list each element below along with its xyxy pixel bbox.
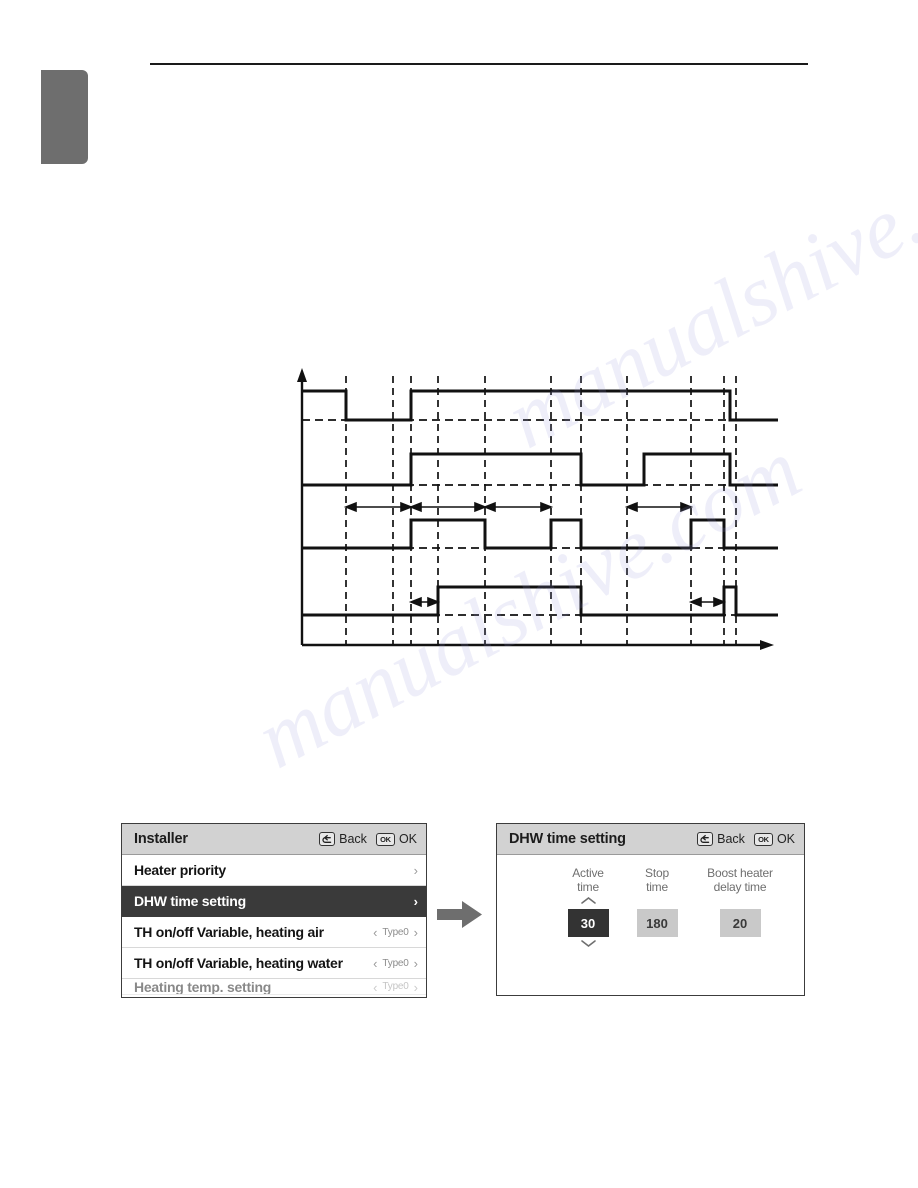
boost-heater-delay-time-value[interactable]: 20 xyxy=(719,909,761,937)
chevron-right-icon[interactable]: › xyxy=(414,926,418,939)
menu-value: Type0 xyxy=(382,926,409,938)
dhw-field-group: Active time 30 Stop time 180 Boost heate… xyxy=(497,855,804,950)
field-caption-line1: Stop xyxy=(645,866,669,880)
x-axis-arrowhead xyxy=(760,640,774,650)
ok-icon: OK xyxy=(753,832,773,846)
field-caption-line2: delay time xyxy=(713,880,767,894)
dhw-panel-header: DHW time setting Back OK OK xyxy=(497,824,804,855)
menu-row-th-onoff-heating-water[interactable]: TH on/off Variable, heating water ‹ Type… xyxy=(122,948,426,979)
menu-row-right: ‹ Type0 › xyxy=(373,957,418,970)
field-caption-line1: Boost heater xyxy=(707,866,773,880)
back-key-label: Back xyxy=(339,832,367,846)
dhw-panel-title: DHW time setting xyxy=(509,831,626,847)
stop-time-value[interactable]: 180 xyxy=(636,909,678,937)
menu-label: Heater priority xyxy=(134,862,226,878)
menu-value: Type0 xyxy=(382,981,409,992)
menu-row-right: › xyxy=(414,864,418,877)
chevron-right-icon[interactable]: › xyxy=(414,864,418,877)
chevron-right-icon[interactable]: › xyxy=(414,895,418,908)
header-rule xyxy=(150,63,808,65)
timing-diagram xyxy=(280,350,800,670)
dhw-panel-body: Active time 30 Stop time 180 Boost heate… xyxy=(497,855,804,995)
installer-menu-list: Heater priority › DHW time setting › TH … xyxy=(122,855,426,995)
chevron-left-icon[interactable]: ‹ xyxy=(373,957,377,970)
back-icon xyxy=(319,832,336,846)
trace-2 xyxy=(302,452,778,487)
menu-row-dhw-time-setting[interactable]: DHW time setting › xyxy=(122,886,426,917)
menu-row-right: › xyxy=(414,895,418,908)
flow-arrow-right xyxy=(437,899,483,930)
field-boost-heater-delay-time: Boost heater delay time 20 xyxy=(697,866,783,950)
back-key-dhw[interactable]: Back xyxy=(697,832,745,846)
chevron-left-icon[interactable]: ‹ xyxy=(373,926,377,939)
stepper-down-icon[interactable] xyxy=(580,937,597,950)
dimension-arrows-lower xyxy=(408,596,727,608)
ok-icon: OK xyxy=(375,832,395,846)
dimension-arrows-upper xyxy=(343,501,694,513)
chapter-tab-marker xyxy=(41,70,88,164)
menu-label: DHW time setting xyxy=(134,893,246,909)
field-caption-line2: time xyxy=(577,880,599,894)
back-icon xyxy=(697,832,714,846)
installer-menu-panel: Installer Back OK OK Heater priority › D… xyxy=(121,823,427,998)
menu-row-right: ‹ Type0 › xyxy=(373,979,418,994)
chevron-left-icon[interactable]: ‹ xyxy=(373,981,377,994)
field-stop-time: Stop time 180 xyxy=(628,866,686,950)
stepper-up-icon[interactable] xyxy=(580,894,597,907)
installer-panel-title: Installer xyxy=(134,831,188,847)
menu-row-heating-temp-setting[interactable]: Heating temp. setting ‹ Type0 › xyxy=(122,979,426,995)
menu-label: TH on/off Variable, heating air xyxy=(134,924,324,940)
dhw-header-actions: Back OK OK xyxy=(697,832,795,846)
ok-key-dhw[interactable]: OK OK xyxy=(753,832,795,846)
trace-4 xyxy=(302,585,778,617)
menu-label: TH on/off Variable, heating water xyxy=(134,955,343,971)
back-key-label: Back xyxy=(717,832,745,846)
field-active-time: Active time 30 xyxy=(559,866,617,950)
chevron-right-icon[interactable]: › xyxy=(414,957,418,970)
active-time-value[interactable]: 30 xyxy=(567,909,609,937)
ok-key-label: OK xyxy=(776,832,795,846)
dhw-time-setting-panel: DHW time setting Back OK OK Active time … xyxy=(496,823,805,996)
chevron-right-icon[interactable]: › xyxy=(414,981,418,994)
menu-row-right: ‹ Type0 › xyxy=(373,926,418,939)
menu-row-heater-priority[interactable]: Heater priority › xyxy=(122,855,426,886)
installer-panel-header: Installer Back OK OK xyxy=(122,824,426,855)
menu-label: Heating temp. setting xyxy=(134,979,272,995)
trace-3 xyxy=(302,518,778,550)
ok-key-label: OK xyxy=(398,832,417,846)
field-caption-line1: Active xyxy=(572,866,604,880)
installer-header-actions: Back OK OK xyxy=(319,832,417,846)
y-axis-arrowhead xyxy=(297,368,307,382)
menu-row-th-onoff-heating-air[interactable]: TH on/off Variable, heating air ‹ Type0 … xyxy=(122,917,426,948)
trace-1 xyxy=(302,389,778,422)
ok-key-installer[interactable]: OK OK xyxy=(375,832,417,846)
back-key-installer[interactable]: Back xyxy=(319,832,367,846)
menu-value: Type0 xyxy=(382,957,409,969)
field-caption-line2: time xyxy=(646,880,668,894)
